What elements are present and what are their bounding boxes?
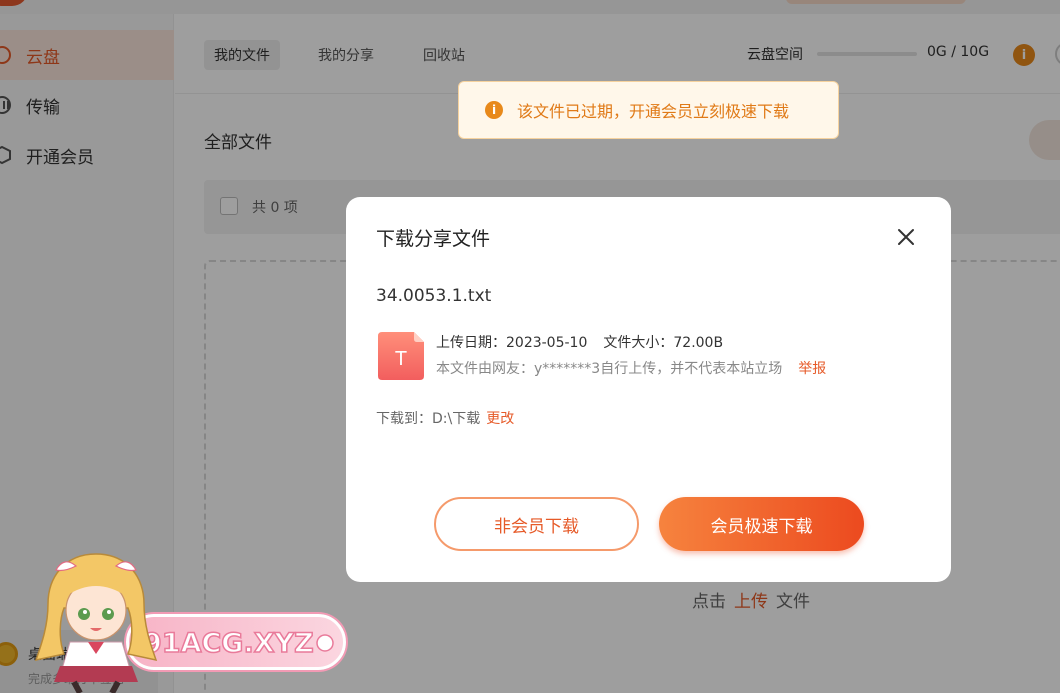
upload-date: 上传日期：2023-05-10 [436, 335, 588, 351]
expired-toast: i 该文件已过期，开通会员立刻极速下载 [458, 81, 839, 139]
watermark-logo: 91ACG.XYZ [142, 627, 334, 660]
warning-icon: i [485, 101, 503, 119]
file-size: 文件大小：72.00B [603, 335, 724, 351]
file-disclaimer-row: 本文件由网友：y*******3自行上传，并不代表本站立场 举报 [436, 358, 826, 378]
download-path-row: 下载到：D:\下载 更改 [376, 408, 514, 428]
txt-file-icon: T [378, 332, 424, 380]
watermark-text: 91ACG.XYZ [143, 628, 314, 659]
toast-message: 该文件已过期，开通会员立刻极速下载 [517, 102, 790, 121]
report-link[interactable]: 举报 [798, 361, 826, 377]
file-name: 34.0053.1.txt [376, 286, 492, 306]
free-download-button[interactable]: 非会员下载 [434, 497, 639, 551]
change-path-link[interactable]: 更改 [486, 411, 514, 427]
file-icon-letter: T [395, 348, 407, 370]
download-path: 下载到：D:\下载 [376, 411, 481, 427]
dialog-title: 下载分享文件 [376, 228, 491, 250]
download-dialog: 下载分享文件 34.0053.1.txt T 上传日期：2023-05-10 文件… [346, 197, 951, 582]
close-icon[interactable] [894, 225, 918, 249]
file-meta: 上传日期：2023-05-10 文件大小：72.00B [436, 332, 723, 352]
watermark-banner: 91ACG.XYZ [126, 614, 346, 670]
vip-download-button[interactable]: 会员极速下载 [659, 497, 864, 551]
mascot-icon [34, 553, 158, 693]
file-disclaimer: 本文件由网友：y*******3自行上传，并不代表本站立场 [436, 361, 783, 377]
